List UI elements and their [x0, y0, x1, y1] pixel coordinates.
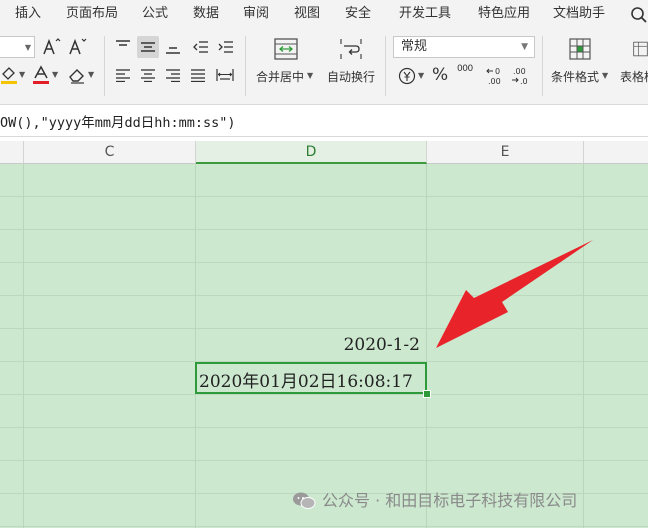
- align-top-icon: [116, 40, 130, 46]
- menu-view[interactable]: 视图: [294, 0, 320, 28]
- currency-icon: [398, 67, 416, 85]
- svg-text:.00: .00: [488, 77, 501, 86]
- column-header-f[interactable]: [584, 141, 648, 164]
- table-style-label[interactable]: 表格样: [620, 68, 648, 85]
- chevron-down-icon[interactable]: ▼: [307, 71, 313, 80]
- align-bottom-button[interactable]: [162, 36, 184, 58]
- merge-center-button[interactable]: [273, 36, 299, 62]
- merge-center-label[interactable]: 合并居中: [256, 68, 304, 85]
- search-icon[interactable]: [630, 6, 648, 24]
- align-center-icon: [141, 69, 155, 82]
- distributed-align-button[interactable]: [213, 64, 237, 86]
- font-size-select[interactable]: ▼: [0, 36, 35, 58]
- formula-bar[interactable]: OW(),"yyyy年mm月dd日hh:mm:ss"): [0, 110, 648, 137]
- chevron-down-icon[interactable]: ▼: [52, 70, 58, 79]
- column-header-d[interactable]: D: [196, 141, 427, 164]
- watermark-text: 公众号 · 和田目标电子科技有限公司: [322, 491, 578, 510]
- align-bottom-icon: [166, 47, 180, 54]
- menu-insert[interactable]: 插入: [15, 0, 41, 28]
- decrease-font-size-button[interactable]: [68, 36, 88, 58]
- percent-button[interactable]: %: [432, 65, 448, 85]
- wrap-text-icon: [340, 39, 362, 59]
- menu-developer[interactable]: 开发工具: [399, 0, 451, 28]
- decrease-indent-button[interactable]: [190, 36, 212, 58]
- outdent-icon: [193, 41, 208, 53]
- align-top-button[interactable]: [112, 36, 134, 58]
- decrease-decimal-button[interactable]: .00.0: [510, 64, 532, 88]
- menu-security[interactable]: 安全: [345, 0, 371, 28]
- chevron-down-icon[interactable]: ▼: [418, 71, 424, 80]
- cell-d-date[interactable]: 2020-1-2: [344, 335, 420, 355]
- distribute-icon: [216, 69, 234, 81]
- indent-icon: [218, 41, 233, 53]
- chevron-down-icon: ▼: [521, 42, 528, 52]
- align-middle-icon: [141, 42, 155, 52]
- conditional-format-button[interactable]: [567, 36, 593, 62]
- wrap-text-label[interactable]: 自动换行: [327, 68, 375, 85]
- column-header-c[interactable]: C: [24, 141, 196, 164]
- red-arrow-annotation: [436, 240, 593, 348]
- divider: [542, 36, 543, 96]
- menu-bar: 插入 页面布局 公式 数据 审阅 视图 安全 开发工具 特色应用 文档助手: [0, 0, 648, 28]
- wrap-text-button[interactable]: [338, 36, 364, 62]
- formula-input[interactable]: OW(),"yyyy年mm月dd日hh:mm:ss"): [0, 110, 236, 136]
- chevron-down-icon[interactable]: ▼: [19, 70, 25, 79]
- align-middle-button[interactable]: [137, 36, 159, 58]
- increase-font-size-button[interactable]: [42, 36, 62, 58]
- eraser-icon: [69, 69, 84, 84]
- font-increase-icon: [43, 38, 61, 55]
- table-style-button[interactable]: [633, 36, 648, 62]
- thousands-separator-button[interactable]: 000: [457, 64, 473, 74]
- table-style-icon: [633, 41, 648, 57]
- watermark: 公众号 · 和田目标电子科技有限公司: [292, 488, 577, 514]
- font-decrease-icon: [69, 38, 87, 55]
- conditional-format-label[interactable]: 条件格式: [551, 68, 599, 85]
- align-left-button[interactable]: [112, 64, 134, 86]
- font-color-button[interactable]: [31, 64, 51, 86]
- decrease-decimal-icon: .00.0: [512, 67, 528, 86]
- fill-handle[interactable]: [423, 390, 431, 398]
- chevron-down-icon: ▼: [24, 43, 31, 52]
- column-header-b[interactable]: [0, 141, 24, 164]
- conditional-format-icon: [569, 38, 591, 60]
- number-format-select[interactable]: 常规 ▼: [393, 36, 535, 58]
- divider: [104, 36, 105, 96]
- wechat-icon: [293, 492, 316, 509]
- font-color-icon: [33, 65, 49, 84]
- chevron-down-icon[interactable]: ▼: [88, 70, 94, 79]
- align-right-button[interactable]: [162, 64, 184, 86]
- menu-data[interactable]: 数据: [193, 0, 219, 28]
- clear-format-button[interactable]: [67, 64, 87, 86]
- menu-doc-assistant[interactable]: 文档助手: [553, 0, 605, 28]
- ribbon-toolbar: ▼ ▼ ▼ ▼ 合并居中 ▼ 自动换行 常规 ▼ ▼ % 000 0 .00 .…: [0, 28, 648, 105]
- currency-format-button[interactable]: [397, 66, 417, 86]
- chevron-down-icon[interactable]: ▼: [602, 71, 608, 80]
- align-left-icon: [116, 69, 130, 82]
- divider: [385, 36, 386, 96]
- menu-special-apps[interactable]: 特色应用: [478, 0, 530, 28]
- menu-formulas[interactable]: 公式: [142, 0, 168, 28]
- justify-button[interactable]: [187, 64, 209, 86]
- increase-decimal-icon: 0.00: [486, 67, 501, 86]
- menu-page-layout[interactable]: 页面布局: [66, 0, 118, 28]
- increase-indent-button[interactable]: [215, 36, 237, 58]
- svg-text:0: 0: [495, 67, 500, 76]
- align-center-button[interactable]: [137, 64, 159, 86]
- column-header-e[interactable]: E: [427, 141, 584, 164]
- menu-review[interactable]: 审阅: [243, 0, 269, 28]
- svg-text:.00: .00: [513, 67, 526, 76]
- cell-d-datetime[interactable]: 2020年01月02日16:08:17: [199, 367, 413, 392]
- align-right-icon: [166, 69, 180, 82]
- justify-icon: [191, 69, 205, 82]
- increase-decimal-button[interactable]: 0.00: [485, 64, 507, 88]
- number-format-value: 常规: [401, 39, 428, 54]
- divider: [245, 36, 246, 96]
- svg-text:.0: .0: [520, 77, 528, 86]
- merge-cells-icon: [274, 38, 298, 60]
- paint-bucket-icon: [1, 67, 17, 84]
